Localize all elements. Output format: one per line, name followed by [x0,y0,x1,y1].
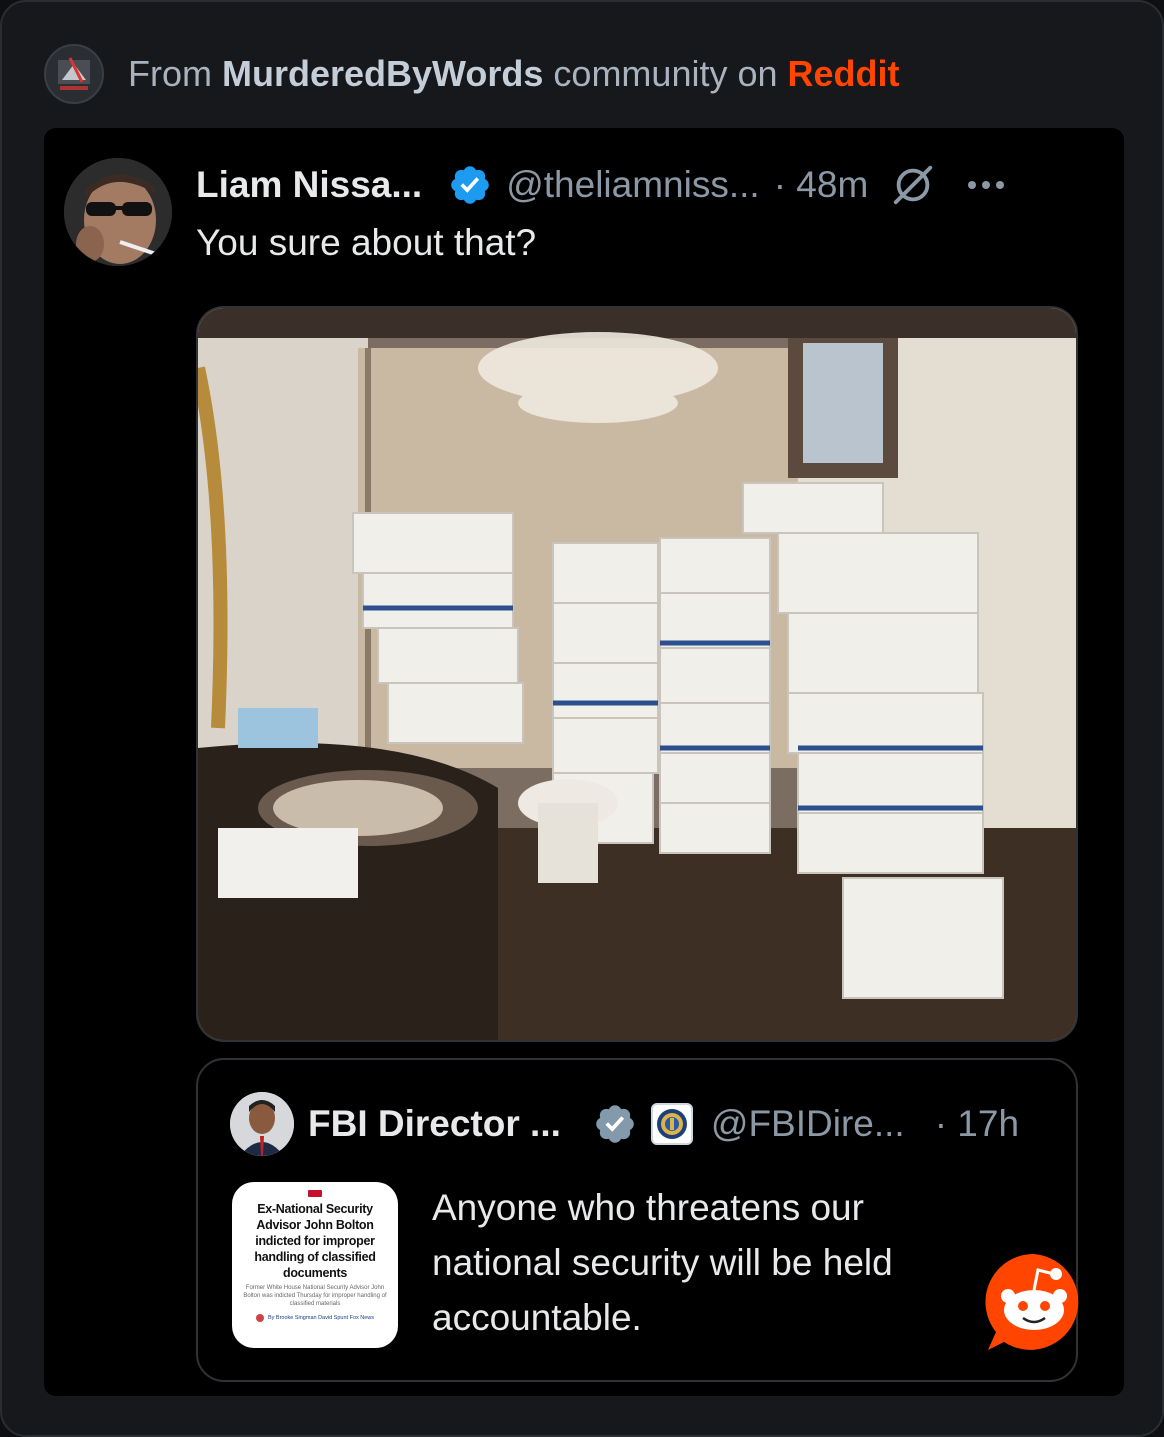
article-thumbnail[interactable]: Ex-National Security Advisor John Bolton… [232,1182,398,1348]
thumbnail-byline-text: By Brooke Singman David Spunt Fox News [267,1315,375,1321]
source-middle: community on [553,53,778,94]
quote-header: FBI Director ... @FBIDire... · 17h [230,1092,1060,1156]
author-avatar[interactable] [64,158,172,266]
quote-author-handle[interactable]: @FBIDire... [711,1103,905,1145]
quoted-tweet[interactable]: FBI Director ... @FBIDire... · 17h Ex-Na… [196,1058,1078,1382]
community-name-link[interactable]: MurderedByWords [222,53,543,94]
platform-link[interactable]: Reddit [788,53,900,94]
quote-author-name[interactable]: FBI Director ... [308,1103,561,1145]
tweet-header: Liam Nissa... @theliamniss... · 48m [196,160,1096,210]
quote-author-avatar[interactable] [230,1092,294,1156]
source-line: From MurderedByWords community on Reddit [128,53,900,95]
author-name[interactable]: Liam Nissa... [196,164,422,206]
tweet-photo[interactable] [196,306,1078,1042]
quote-text: Anyone who threatens our national securi… [432,1187,893,1338]
tweet-timestamp[interactable]: · 48m [774,164,869,206]
tweet-text: You sure about that? [196,222,537,263]
verified-badge-icon [596,1105,634,1143]
author-thumb-icon [255,1314,264,1322]
thumbnail-subtext: Former White House National Security Adv… [243,1285,387,1307]
more-icon[interactable] [966,179,1006,191]
news-logo-icon [308,1190,322,1197]
source-bar: From MurderedByWords community on Reddit [44,42,900,106]
tweet-card[interactable]: Liam Nissa... @theliamniss... · 48m You … [44,128,1124,1396]
quote-timestamp[interactable]: · 17h [935,1103,1019,1145]
reddit-snoo-icon[interactable] [982,1250,1086,1354]
thumbnail-headline: Ex-National Security Advisor John Bolton… [254,1202,376,1280]
source-prefix: From [128,53,212,94]
thumbnail-byline: By Brooke Singman David Spunt Fox News [240,1314,390,1322]
author-handle[interactable]: @theliamniss... [506,164,759,206]
verified-badge-icon [451,166,490,204]
fbi-seal-icon[interactable] [650,1103,693,1145]
community-avatar-icon[interactable] [44,44,104,104]
embed-frame: From MurderedByWords community on Reddit… [0,0,1164,1437]
grok-icon[interactable] [890,162,936,208]
